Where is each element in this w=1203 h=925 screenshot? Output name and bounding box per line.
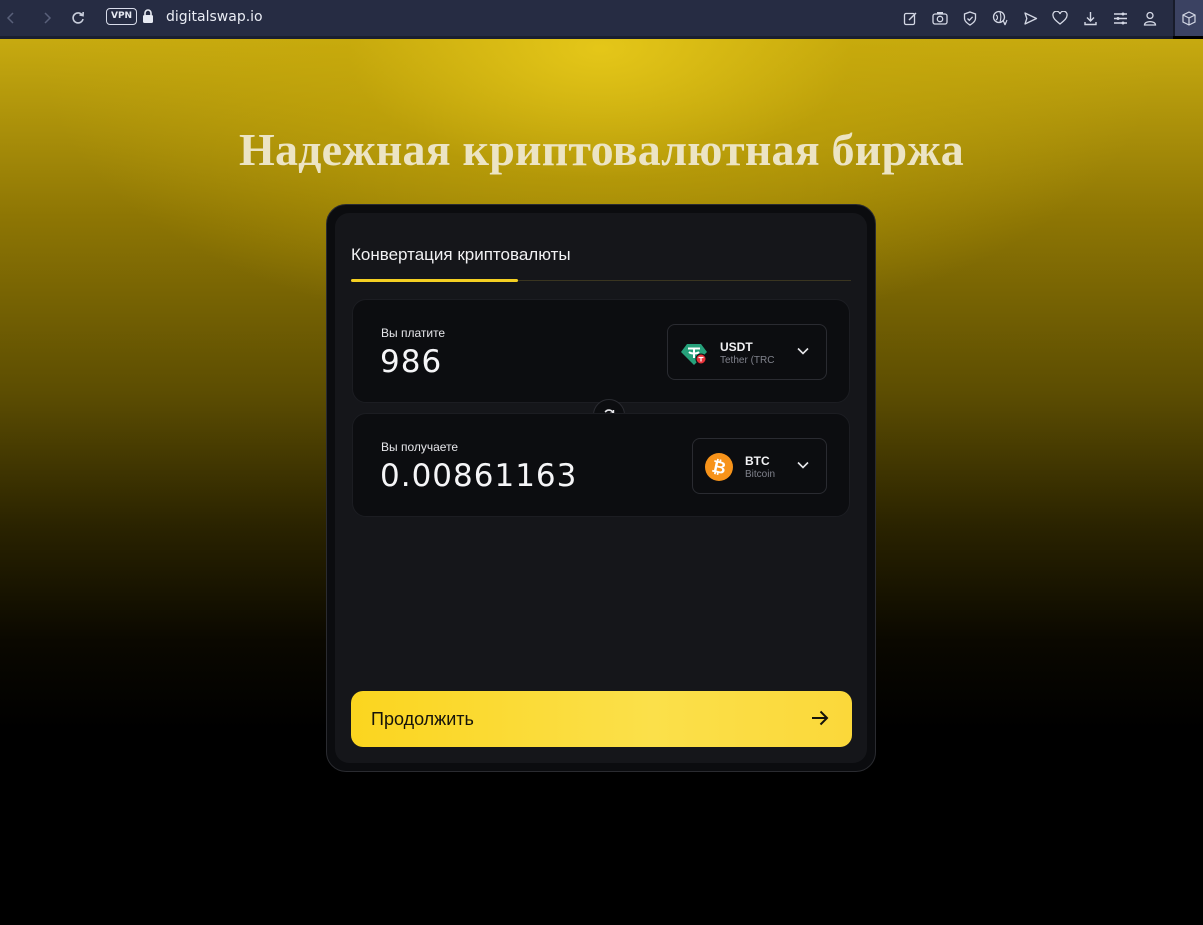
page-background: Надежная криптовалютная биржа Конвертаци…	[0, 39, 1203, 925]
send-icon[interactable]	[1020, 8, 1040, 28]
translate-icon[interactable]	[990, 8, 1010, 28]
lock-icon[interactable]	[142, 9, 154, 28]
pay-coin-name: Tether (TRC	[720, 355, 775, 366]
receive-label: Вы получаете	[381, 440, 459, 454]
chevron-down-icon	[796, 344, 810, 363]
tab-crypto-conversion[interactable]: Конвертация криптовалюты	[351, 245, 571, 265]
pay-coin-code: USDT	[720, 340, 753, 354]
extension-icon[interactable]	[1173, 0, 1203, 36]
browser-toolbar: VPN digitalswap.io	[0, 0, 1203, 39]
continue-button[interactable]: Продолжить	[351, 691, 852, 747]
converter-card: Конвертация криптовалюты Вы платите 986	[326, 204, 876, 772]
menu-icon[interactable]	[1110, 8, 1130, 28]
page-title: Надежная криптовалютная биржа	[239, 124, 964, 175]
pay-field: Вы платите 986 USDT Tether (TRC	[352, 299, 850, 403]
pay-label: Вы платите	[381, 326, 446, 340]
arrow-right-icon	[810, 709, 830, 732]
edit-icon[interactable]	[900, 8, 920, 28]
receive-field: Вы получаете 0.00861163 ₿ BTC Bitcoin	[352, 413, 850, 517]
chevron-down-icon	[796, 458, 810, 477]
receive-amount-output[interactable]: 0.00861163	[380, 458, 577, 494]
shield-icon[interactable]	[960, 8, 980, 28]
download-icon[interactable]	[1080, 8, 1100, 28]
tab-active-indicator	[351, 279, 518, 282]
reload-icon[interactable]	[67, 7, 89, 29]
vpn-badge[interactable]: VPN	[106, 8, 138, 25]
heart-icon[interactable]	[1050, 8, 1070, 28]
receive-coin-name: Bitcoin	[745, 469, 776, 480]
back-icon[interactable]	[0, 7, 22, 29]
receive-coin-code: BTC	[745, 454, 770, 468]
pay-currency-select[interactable]: USDT Tether (TRC	[667, 324, 827, 380]
converter-card-body: Конвертация криптовалюты Вы платите 986	[335, 213, 867, 763]
address-bar-url[interactable]: digitalswap.io	[166, 9, 263, 25]
camera-icon[interactable]	[930, 8, 950, 28]
receive-currency-select[interactable]: ₿ BTC Bitcoin	[692, 438, 827, 494]
usdt-icon	[680, 339, 708, 367]
forward-icon[interactable]	[36, 7, 58, 29]
profile-icon[interactable]	[1140, 8, 1160, 28]
continue-button-label: Продолжить	[371, 709, 474, 729]
btc-icon: ₿	[705, 453, 733, 481]
pay-amount-input[interactable]: 986	[380, 344, 442, 380]
